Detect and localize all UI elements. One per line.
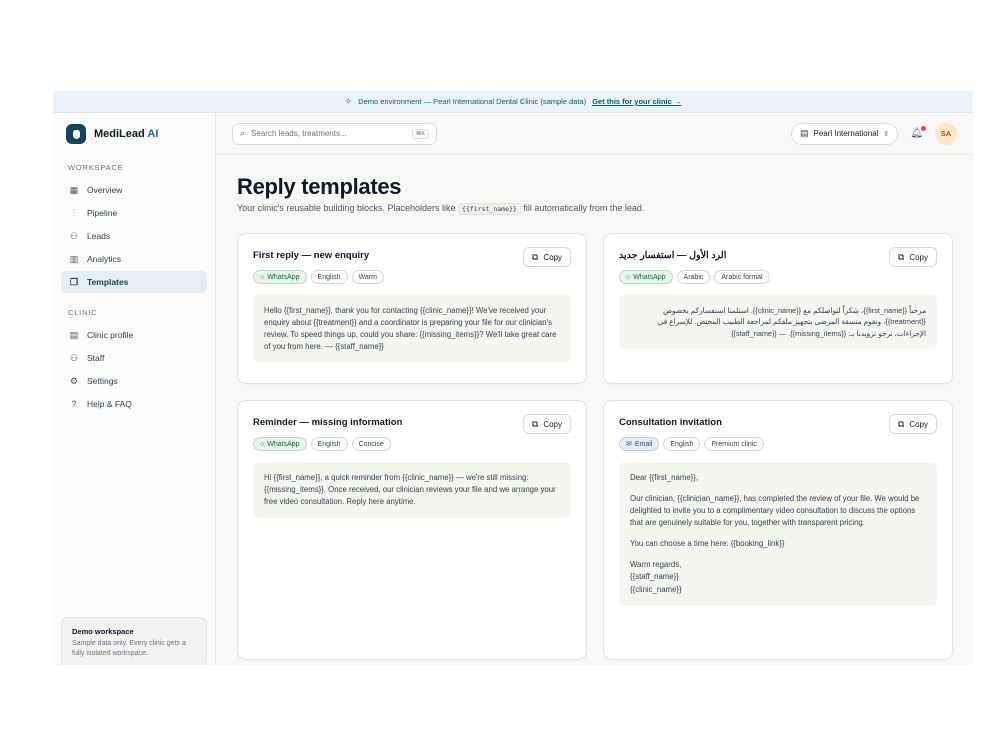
template-card: Consultation invitation ⧉ Copy ✉ Email En…: [603, 400, 953, 660]
sidebar-item-analytics[interactable]: ▥ Analytics: [61, 248, 207, 270]
language-tag: English: [310, 270, 348, 284]
template-title: Consultation invitation: [619, 417, 722, 428]
clinic-switcher[interactable]: ▤ Pearl International ⇕: [790, 122, 899, 145]
notifications-bell-icon[interactable]: 🔔︎: [910, 126, 926, 139]
sidebar-item-pipeline[interactable]: ⫶ Pipeline: [61, 202, 207, 224]
copy-button[interactable]: ⧉ Copy: [522, 414, 571, 434]
sidebar-item-clinic-profile[interactable]: ▤ Clinic profile: [61, 324, 207, 346]
copy-button[interactable]: ⧉ Copy: [888, 414, 937, 434]
demo-card-desc: Sample data only. Every clinic gets a fu…: [72, 640, 186, 657]
email-staff-name: {{staff_name}}: [630, 572, 679, 582]
sidebar-item-overview[interactable]: ▦ Overview: [61, 179, 207, 201]
sidebar: MediLead AI WORKSPACE ▦ Overview ⫶ Pipel…: [53, 113, 216, 665]
search-input[interactable]: [251, 129, 406, 138]
banner-text: Demo environment — Pearl International D…: [358, 97, 587, 106]
clinic-name: Pearl International: [813, 129, 879, 138]
channel-tag: ○ WhatsApp: [619, 270, 673, 284]
template-title: First reply — new enquiry: [253, 250, 370, 261]
page-subtitle: Your clinic's reusable building blocks. …: [237, 203, 645, 216]
template-tags: ○ WhatsApp Arabic Arabic formal: [619, 270, 937, 284]
copy-icon: ⧉: [531, 418, 539, 429]
chat-bubble-icon: ○: [260, 440, 265, 448]
gear-icon: ⚙: [69, 375, 79, 386]
search-shortcut-badge: ⌘K: [411, 128, 429, 139]
tone-tag: Concise: [351, 437, 391, 451]
brand-name: MediLead AI: [94, 128, 159, 140]
templates-grid: First reply — new enquiry ⧉ Copy ○ WhatsA…: [237, 233, 953, 660]
sidebar-item-settings[interactable]: ⚙ Settings: [61, 370, 207, 392]
main-content: Reply templates Your clinic's reusable b…: [216, 155, 973, 665]
copy-icon: ⧉: [897, 251, 905, 262]
topbar: ⌕ ⌘K ▤ Pearl International ⇕ 🔔︎ SA: [216, 113, 973, 155]
language-tag: English: [663, 437, 701, 451]
email-signoff: Warm regards,: [630, 560, 682, 570]
email-paragraph: You can choose a time here: {{booking_li…: [630, 539, 785, 549]
template-card: First reply — new enquiry ⧉ Copy ○ WhatsA…: [237, 233, 587, 384]
building-icon: ▤: [799, 128, 809, 138]
brand[interactable]: MediLead AI: [53, 113, 215, 155]
template-tags: ✉ Email English Premium clinic: [619, 437, 937, 451]
template-card: Reminder — missing information ⧉ Copy ○ W…: [237, 400, 587, 660]
topbar-right: ▤ Pearl International ⇕ 🔔︎ SA: [790, 122, 957, 145]
copy-icon: ⧉: [897, 418, 905, 429]
pipeline-icon: ⫶: [72, 207, 76, 218]
help-icon: ?: [71, 399, 77, 409]
copy-button[interactable]: ⧉ Copy: [888, 247, 937, 267]
grid-icon: ▦: [69, 184, 79, 195]
mail-icon: ✉: [626, 441, 632, 448]
section-label-clinic: CLINIC: [68, 308, 98, 317]
placeholder-code: {{first_name}}: [458, 203, 521, 216]
tone-tag: Arabic formal: [714, 270, 770, 284]
email-greeting: Dear {{first_name}},: [630, 473, 699, 482]
email-paragraph: Our clinician, {{clinician_name}}, has c…: [630, 494, 920, 528]
chevron-updown-icon: ⇕: [883, 130, 890, 138]
demo-workspace-card: Demo workspace Sample data only. Every c…: [61, 617, 207, 665]
copy-icon: ⧉: [531, 251, 539, 262]
chat-bubble-icon: ○: [260, 273, 265, 281]
search-box[interactable]: ⌕ ⌘K: [232, 122, 437, 145]
copy-button[interactable]: ⧉ Copy: [522, 247, 571, 267]
template-body: Hi {{first_name}}, a quick reminder from…: [253, 462, 571, 519]
get-this-link[interactable]: Get this for your clinic →: [592, 97, 681, 106]
template-card: الرد الأول — استفسار جديد ⧉ Copy ○ WhatsA…: [603, 233, 953, 384]
users-icon: ⚇: [69, 230, 79, 241]
templates-icon: ❐: [69, 276, 79, 287]
avatar[interactable]: SA: [935, 122, 957, 145]
chart-icon: ▥: [69, 253, 79, 264]
template-tags: ○ WhatsApp English Concise: [253, 437, 571, 451]
demo-banner: ✧ Demo environment — Pearl International…: [53, 91, 973, 113]
language-tag: English: [310, 437, 348, 451]
tone-tag: Premium clinic: [704, 437, 764, 451]
template-tags: ○ WhatsApp English Warm: [253, 270, 571, 284]
language-tag: Arabic: [676, 270, 711, 284]
demo-card-title: Demo workspace: [72, 627, 134, 636]
sidebar-item-leads[interactable]: ⚇ Leads: [61, 225, 207, 247]
sparkle-icon: ✧: [344, 96, 353, 106]
building-icon: ▤: [69, 329, 79, 340]
template-body: مرحباً {{first_name}}، شكراً لتواصلكم مع…: [619, 295, 937, 349]
template-title: Reminder — missing information: [253, 417, 403, 428]
sidebar-item-staff[interactable]: ⚇ Staff: [61, 347, 207, 369]
template-body: Dear {{first_name}}, Our clinician, {{cl…: [619, 462, 937, 606]
chat-bubble-icon: ○: [626, 273, 631, 281]
email-clinic-name: {{clinic_name}}: [630, 584, 682, 594]
tooth-logo-icon: [66, 124, 86, 144]
search-icon: ⌕: [240, 128, 246, 138]
app-window: ✧ Demo environment — Pearl International…: [53, 91, 973, 665]
template-title: الرد الأول — استفسار جديد: [619, 250, 727, 261]
page-title: Reply templates: [237, 174, 402, 199]
tone-tag: Warm: [351, 270, 384, 284]
channel-tag: ✉ Email: [619, 437, 660, 451]
staff-icon: ⚇: [69, 352, 79, 363]
channel-tag: ○ WhatsApp: [253, 437, 307, 451]
sidebar-item-templates[interactable]: ❐ Templates: [61, 271, 207, 293]
channel-tag: ○ WhatsApp: [253, 270, 307, 284]
section-label-workspace: WORKSPACE: [68, 163, 124, 172]
sidebar-item-help[interactable]: ? Help & FAQ: [61, 393, 207, 415]
template-body: Hello {{first_name}}, thank you for cont…: [253, 295, 571, 364]
notification-dot: [921, 126, 926, 131]
